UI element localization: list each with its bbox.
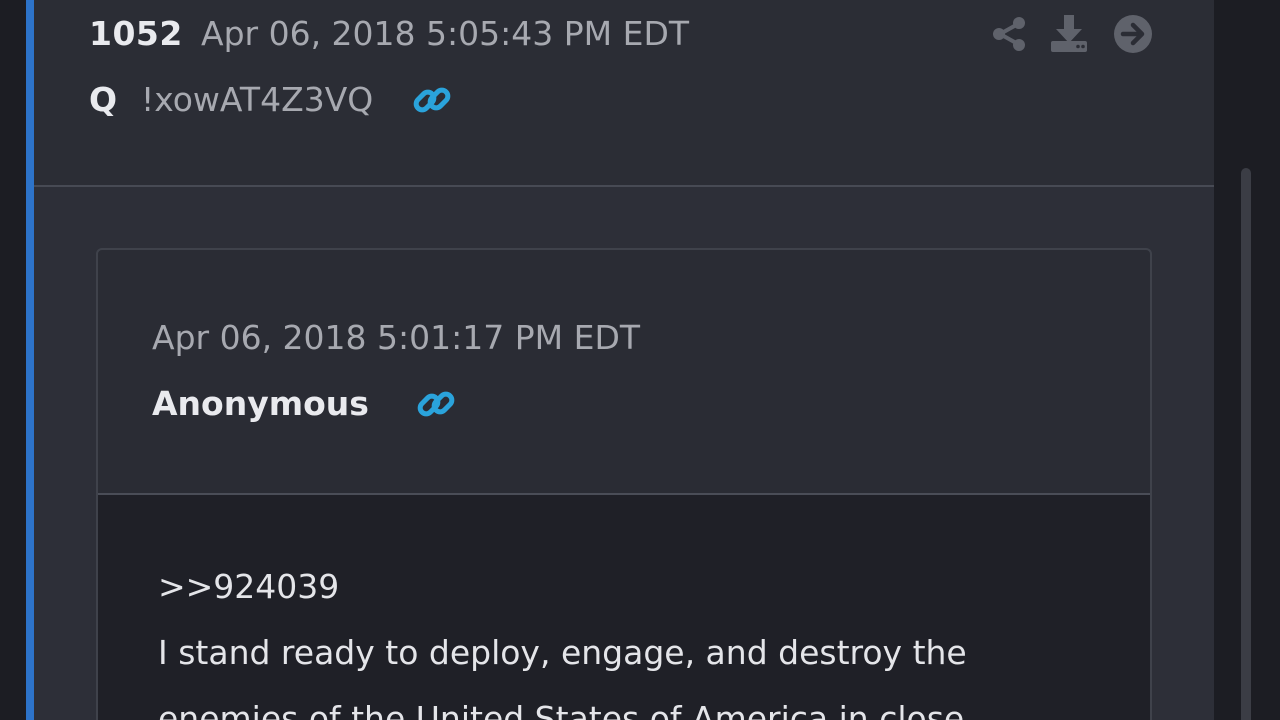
quoted-post-author: Anonymous xyxy=(152,384,369,423)
link-icon[interactable] xyxy=(410,78,454,122)
quoted-post-header: Apr 06, 2018 5:01:17 PM EDT Anonymous xyxy=(98,250,1150,495)
quoted-post-body: >>924039 I stand ready to deploy, engage… xyxy=(98,495,1150,720)
download-icon[interactable] xyxy=(1048,13,1090,55)
quote-reference-link[interactable]: >>924039 xyxy=(158,567,339,606)
link-icon[interactable] xyxy=(414,382,458,426)
post-number: 1052 xyxy=(89,14,183,53)
quoted-post: Apr 06, 2018 5:01:17 PM EDT Anonymous >>… xyxy=(96,248,1152,720)
post-author: Q xyxy=(89,80,118,119)
scrollbar-thumb[interactable] xyxy=(1241,168,1251,720)
body-text-line: I stand ready to deploy, engage, and des… xyxy=(158,633,967,672)
post-header: 1052 Apr 06, 2018 5:05:43 PM EDT Q !xowA… xyxy=(34,0,1214,187)
post-tripcode: !xowAT4Z3VQ xyxy=(141,80,374,119)
arrow-right-circle-icon[interactable] xyxy=(1112,13,1154,55)
body-text-line: enemies of the United States of America … xyxy=(158,699,965,720)
quoted-post-date: Apr 06, 2018 5:01:17 PM EDT xyxy=(152,318,641,357)
post-date: Apr 06, 2018 5:05:43 PM EDT xyxy=(201,14,690,53)
share-icon[interactable] xyxy=(988,13,1030,55)
post-card: 1052 Apr 06, 2018 5:05:43 PM EDT Q !xowA… xyxy=(26,0,1214,720)
viewport: 1052 Apr 06, 2018 5:05:43 PM EDT Q !xowA… xyxy=(0,0,1280,720)
